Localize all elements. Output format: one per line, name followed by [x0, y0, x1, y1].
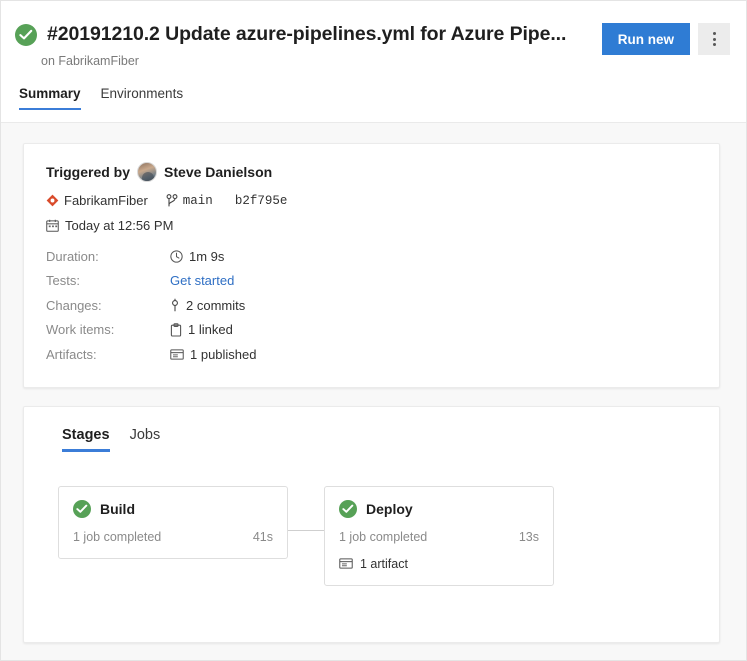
commit-hash[interactable]: b2f795e [235, 194, 288, 208]
branch-link[interactable]: main [166, 194, 213, 208]
artifact-icon [170, 348, 184, 361]
stage-card-build[interactable]: Build 1 job completed 41s [58, 485, 288, 559]
detail-label: Duration: [46, 248, 99, 264]
tab-stages[interactable]: Stages [62, 427, 110, 452]
azure-repos-diamond-icon [46, 194, 59, 207]
detail-row-tests: Tests: Get started [46, 269, 697, 294]
duration-value: 1m 9s [189, 248, 225, 264]
title-row: #20191210.2 Update azure-pipelines.yml f… [15, 17, 730, 55]
tests-get-started-link[interactable]: Get started [170, 273, 234, 288]
changes-value: 2 commits [186, 297, 246, 313]
commit-icon [170, 298, 180, 312]
stage-artifact-text: 1 artifact [360, 556, 408, 571]
detail-value[interactable]: 1 linked [170, 322, 233, 337]
stage-subline: 1 job completed 13s [339, 530, 539, 544]
stage-name: Build [100, 500, 135, 517]
stage-connector [288, 529, 324, 531]
work-item-icon [170, 323, 182, 337]
overflow-dot-icon [712, 32, 716, 35]
triggered-by-row: Triggered by Steve Danielson [46, 162, 697, 182]
repo-link[interactable]: FabrikamFiber [46, 193, 148, 208]
avatar [137, 162, 158, 182]
page-title: #20191210.2 Update azure-pipelines.yml f… [47, 23, 567, 45]
stage-flow-area: Build 1 job completed 41s Deploy 1 job c… [46, 485, 697, 616]
overflow-dot-icon [712, 43, 716, 46]
detail-table: Duration: 1m 9s Tests: Get started Chang… [46, 244, 697, 367]
page-subtitle: on FabrikamFiber [41, 54, 139, 68]
title-block: #20191210.2 Update azure-pipelines.yml f… [47, 17, 602, 51]
stage-success-icon [339, 499, 357, 518]
stage-header: Deploy [339, 499, 539, 518]
work-items-value: 1 linked [188, 322, 233, 338]
detail-value[interactable]: 1 published [170, 347, 257, 362]
detail-value[interactable]: 2 commits [170, 298, 245, 313]
calendar-icon [46, 219, 59, 232]
tab-environments[interactable]: Environments [101, 86, 184, 110]
detail-value: Get started [170, 273, 234, 288]
stage-duration: 13s [518, 529, 539, 544]
detail-row-changes: Changes: 2 commits [46, 293, 697, 318]
success-check-icon [15, 24, 37, 46]
more-actions-button[interactable] [698, 23, 730, 55]
artifact-icon [339, 557, 353, 570]
branch-name: main [182, 193, 213, 208]
overflow-dot-icon [712, 37, 716, 41]
triggered-by-user: Steve Danielson [164, 164, 273, 180]
repo-meta-row: FabrikamFiber main b2f795e [46, 193, 697, 208]
stage-jobs-text: 1 job completed [339, 529, 428, 544]
detail-row-duration: Duration: 1m 9s [46, 244, 697, 269]
stage-card-deploy[interactable]: Deploy 1 job completed 13s 1 artifact [324, 485, 554, 586]
stages-card: Stages Jobs Build 1 job completed 41s De… [23, 405, 720, 643]
stages-tab-list: Stages Jobs [46, 427, 697, 452]
stage-header: Build [73, 499, 273, 518]
detail-label: Changes: [46, 297, 102, 313]
branch-icon [166, 193, 178, 208]
clock-icon [170, 250, 183, 263]
stage-name: Deploy [366, 500, 413, 517]
detail-label: Work items: [46, 322, 115, 338]
stage-duration: 41s [252, 529, 273, 544]
triggered-by-label: Triggered by [46, 164, 131, 180]
run-new-button[interactable]: Run new [601, 23, 690, 55]
detail-label: Artifacts: [46, 346, 97, 362]
run-summary-card: Triggered by Steve Danielson FabrikamFib… [23, 143, 720, 388]
stage-artifact-row[interactable]: 1 artifact [339, 557, 539, 571]
tab-jobs[interactable]: Jobs [130, 427, 161, 452]
detail-row-work-items: Work items: 1 linked [46, 318, 697, 343]
tab-summary[interactable]: Summary [19, 86, 81, 110]
page-header: #20191210.2 Update azure-pipelines.yml f… [1, 1, 746, 123]
artifacts-value: 1 published [190, 346, 257, 362]
run-date: Today at 12:56 PM [65, 218, 174, 233]
repo-name: FabrikamFiber [64, 193, 148, 208]
tab-list: Summary Environments [15, 86, 730, 110]
detail-label: Tests: [46, 273, 80, 289]
header-actions: Run new [601, 17, 730, 55]
stage-success-icon [73, 499, 91, 518]
stage-flow: Build 1 job completed 41s Deploy 1 job c… [58, 485, 697, 586]
detail-row-artifacts: Artifacts: 1 published [46, 342, 697, 367]
stage-subline: 1 job completed 41s [73, 530, 273, 544]
stage-jobs-text: 1 job completed [73, 529, 162, 544]
run-date-row: Today at 12:56 PM [46, 218, 697, 233]
pipeline-run-page: #20191210.2 Update azure-pipelines.yml f… [0, 0, 747, 661]
detail-value: 1m 9s [170, 249, 224, 264]
